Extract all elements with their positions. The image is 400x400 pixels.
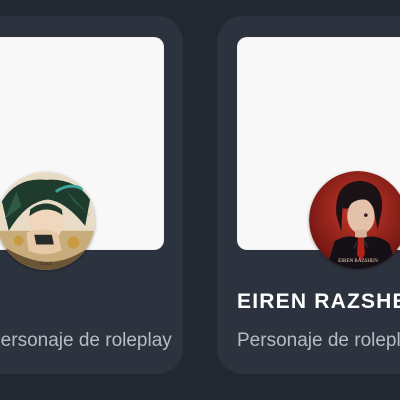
avatar-caption: EIREN RAZSHEN bbox=[338, 258, 378, 264]
character-avatar[interactable]: EIREN RAZSHEN bbox=[309, 171, 400, 269]
avatar-image: EIREN RAZSHEN bbox=[309, 171, 400, 269]
avatar-image: XIAO bbox=[0, 172, 95, 270]
character-card[interactable]: EIREN RAZSHEN EIREN RAZSHEN Personaje de… bbox=[217, 16, 400, 374]
avatar-caption: XIAO bbox=[40, 262, 53, 267]
character-name: EIREN RAZSHEN bbox=[237, 290, 400, 313]
character-subtitle: Personaje de roleplay bbox=[0, 330, 172, 351]
character-subtitle: Personaje de roleplay bbox=[237, 330, 400, 351]
character-avatar[interactable]: XIAO bbox=[0, 172, 95, 270]
character-gallery: XIAO Personaje de roleplay EIREN RAZSHEN… bbox=[0, 0, 400, 400]
character-card[interactable]: XIAO Personaje de roleplay bbox=[0, 16, 183, 374]
